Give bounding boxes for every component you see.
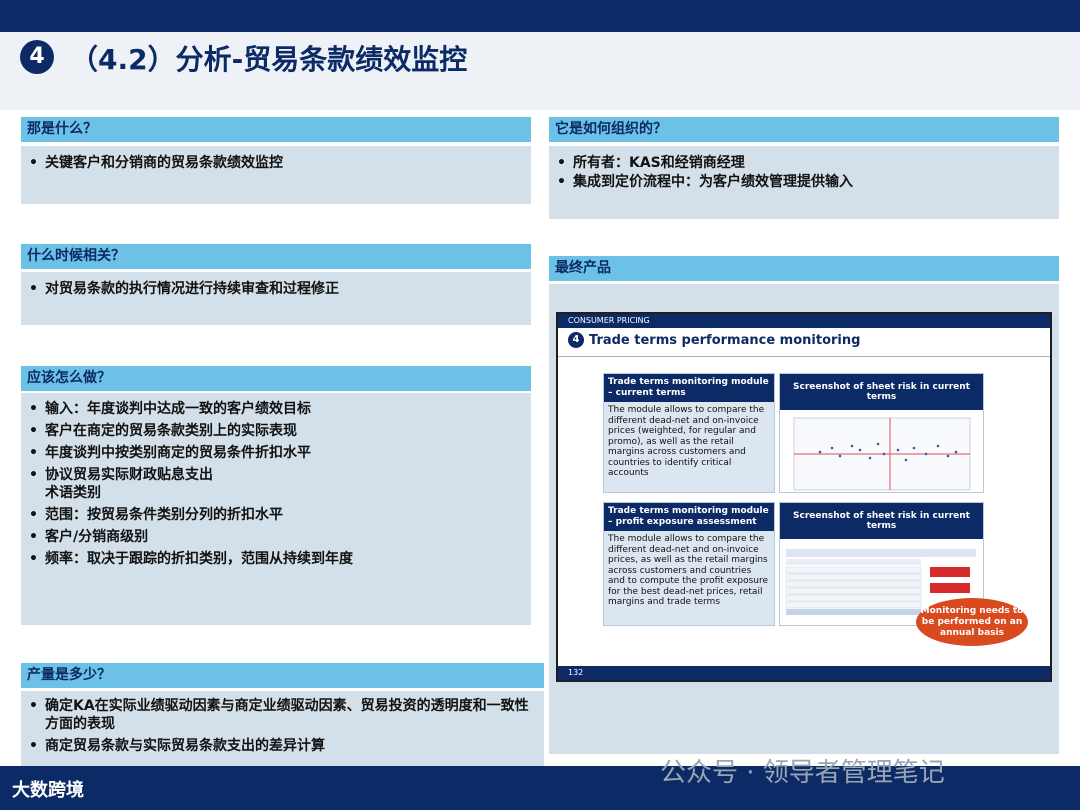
section-number-badge: 4 xyxy=(20,40,54,74)
list-item: • 范围：按贸易条件类别分列的折扣水平 xyxy=(29,507,283,523)
org-heading: 它是如何组织的？ xyxy=(549,117,1059,142)
list-item: • 客户在商定的贸易条款类别上的实际表现 xyxy=(29,423,297,439)
list-item: • 输入：年度谈判中达成一致的客户绩效目标 xyxy=(29,401,311,417)
list-item: • 年度谈判中按类别商定的贸易条件折扣水平 xyxy=(29,445,311,461)
footer-logo: 大数跨境 xyxy=(12,780,84,801)
what-body: • 关键客户和分销商的贸易条款绩效监控 xyxy=(21,146,531,204)
list-item: • 所有者：KAS和经销商经理 xyxy=(557,155,745,171)
scatter-thumbnail xyxy=(793,417,971,491)
list-item: • 商定贸易条款与实际贸易条款支出的差异计算 xyxy=(29,738,325,754)
how-heading: 应该怎么做？ xyxy=(21,366,531,391)
module-heading: Trade terms monitoring module – current … xyxy=(604,374,774,402)
list-item: • 客户/分销商级别 xyxy=(29,529,149,545)
screenshot-heading: Screenshot of sheet risk in current term… xyxy=(780,374,983,410)
watermark: 公众号 · 领导者管理笔记 xyxy=(660,758,945,788)
screenshot-current-terms: Screenshot of sheet risk in current term… xyxy=(779,373,984,493)
module-text: The module allows to compare the differe… xyxy=(608,405,765,478)
list-item: • 确定KA在实际业绩驱动因素与商定业绩驱动因素、贸易投资的透明度和一致性方面的表… xyxy=(29,698,529,732)
what-heading: 那是什么？ xyxy=(21,117,531,142)
screenshot-heading: Screenshot of sheet risk in current term… xyxy=(780,503,983,539)
product-heading: 最终产品 xyxy=(549,256,1059,281)
output-heading: 产量是多少？ xyxy=(21,663,544,688)
org-body: • 所有者：KAS和经销商经理 • 集成到定价流程中：为客户绩效管理提供输入 xyxy=(549,146,1059,219)
preview-title-row: 4 Trade terms performance monitoring xyxy=(568,332,860,348)
list-item: • 频率：取决于跟踪的折扣类别，范围从持续到年度 xyxy=(29,551,353,567)
list-item: • 协议贸易实际财政贴息支出 xyxy=(29,467,213,483)
when-heading: 什么时候相关？ xyxy=(21,244,531,269)
preview-number-badge: 4 xyxy=(568,332,584,348)
preview-divider xyxy=(558,356,1050,357)
when-body: • 对贸易条款的执行情况进行持续审查和过程修正 xyxy=(21,272,531,325)
annual-monitoring-badge: Monitoring needs to be performed on an a… xyxy=(916,598,1028,646)
preview-top-label: CONSUMER PRICING xyxy=(558,314,1050,328)
top-bar xyxy=(0,0,1080,32)
preview-title: Trade terms performance monitoring xyxy=(589,332,861,348)
output-body: • 确定KA在实际业绩驱动因素与商定业绩驱动因素、贸易投资的透明度和一致性方面的表… xyxy=(21,691,544,766)
list-item: • 集成到定价流程中：为客户绩效管理提供输入 xyxy=(557,174,853,190)
module-current-terms: Trade terms monitoring module – current … xyxy=(603,373,775,493)
list-item: • 对贸易条款的执行情况进行持续审查和过程修正 xyxy=(29,281,339,297)
page-title: （4.2）分析-贸易条款绩效监控 xyxy=(70,43,468,76)
list-item-continuation: 术语类别 xyxy=(45,485,101,501)
module-heading: Trade terms monitoring module – profit e… xyxy=(604,503,774,531)
module-profit-exposure: Trade terms monitoring module – profit e… xyxy=(603,502,775,626)
list-item: • 关键客户和分销商的贸易条款绩效监控 xyxy=(29,155,283,171)
module-text: The module allows to compare the differe… xyxy=(608,534,769,607)
preview-page-number: 132 xyxy=(558,666,1050,680)
how-body: • 输入：年度谈判中达成一致的客户绩效目标 • 客户在商定的贸易条款类别上的实际表现… xyxy=(21,393,531,625)
